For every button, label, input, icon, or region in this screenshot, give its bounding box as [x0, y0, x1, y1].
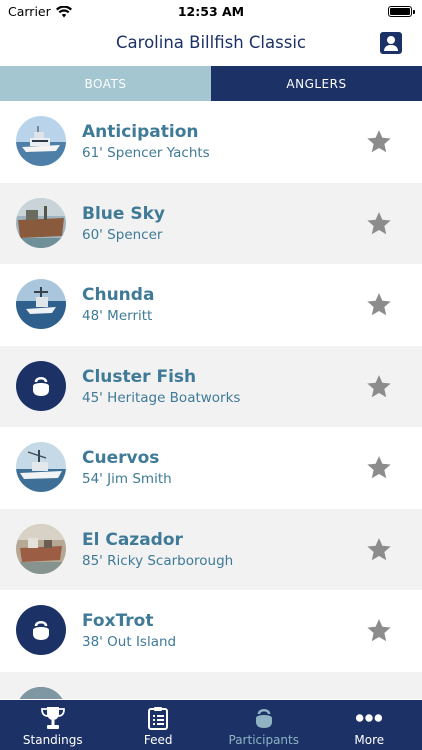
- boat-name: Cluster Fish: [82, 366, 197, 387]
- boat-name: Cuervos: [82, 448, 160, 468]
- boat-description: 45' Heritage Boatworks: [82, 389, 241, 406]
- list-item[interactable]: Cuervos 54' Jim Smith: [0, 427, 422, 509]
- bottom-tab-bar: Standings Feed Participants More: [0, 700, 422, 750]
- list-item[interactable]: [0, 671, 422, 699]
- list-item[interactable]: Cluster Fish 45' Heritage Boatworks: [0, 345, 422, 427]
- tab-standings[interactable]: Standings: [0, 700, 106, 750]
- boat-description: 85' Ricky Scarborough: [82, 552, 234, 569]
- boat-name: Blue Sky: [82, 203, 165, 224]
- tab-feed[interactable]: Feed: [106, 700, 212, 750]
- star-icon[interactable]: [365, 291, 393, 319]
- boat-photo: [16, 197, 66, 248]
- status-bar: Carrier 12:53 AM: [0, 0, 422, 24]
- tab-standings-label: Standings: [22, 733, 83, 747]
- kettlebell-placeholder-icon: [16, 605, 66, 655]
- boat-description: 61' Spencer Yachts: [82, 145, 210, 161]
- profile-icon[interactable]: [380, 32, 402, 54]
- boat-photo: [16, 116, 66, 166]
- list-item[interactable]: Chunda 48' Merritt: [0, 264, 422, 346]
- star-icon[interactable]: [365, 454, 393, 482]
- boat-name: Chunda: [82, 285, 155, 305]
- list-item[interactable]: El Cazador 85' Ricky Scarborough: [0, 508, 422, 590]
- boat-photo: [16, 442, 66, 492]
- boat-description: 60' Spencer: [82, 226, 163, 243]
- list-item[interactable]: FoxTrot 38' Out Island: [0, 590, 422, 672]
- tab-anglers[interactable]: ANGLERS: [211, 66, 422, 101]
- battery-icon: [388, 6, 415, 17]
- boat-name: FoxTrot: [82, 611, 154, 631]
- boat-photo: [16, 686, 66, 699]
- kettlebell-icon: [250, 706, 278, 730]
- clipboard-icon: [144, 706, 172, 730]
- tab-more[interactable]: More: [317, 700, 422, 750]
- status-time: 12:53 AM: [177, 4, 245, 19]
- list-item[interactable]: Anticipation 61' Spencer Yachts: [0, 101, 422, 183]
- boat-description: 48' Merritt: [82, 308, 153, 324]
- star-icon[interactable]: [365, 128, 393, 156]
- boat-name: El Cazador: [82, 529, 183, 550]
- boat-list: Anticipation 61' Spencer Yachts Blue Sky…: [0, 101, 422, 699]
- tab-participants-label: Participants: [228, 733, 300, 747]
- kettlebell-placeholder-icon: [16, 360, 66, 411]
- boat-description: 54' Jim Smith: [82, 471, 172, 487]
- boat-name: Anticipation: [82, 122, 199, 142]
- tab-boats[interactable]: BOATS: [0, 66, 211, 101]
- tab-more-label: More: [354, 733, 385, 747]
- trophy-icon: [39, 706, 67, 730]
- boat-photo: [16, 523, 66, 574]
- page-title: Carolina Billfish Classic: [116, 33, 306, 52]
- more-dots-icon: [355, 706, 383, 730]
- star-icon[interactable]: [365, 617, 393, 645]
- segment-tabs: BOATS ANGLERS: [0, 66, 422, 101]
- list-item[interactable]: Blue Sky 60' Spencer: [0, 182, 422, 264]
- star-icon[interactable]: [365, 373, 393, 401]
- star-icon[interactable]: [365, 210, 393, 238]
- boat-photo: [16, 279, 66, 329]
- navigation-bar: Carolina Billfish Classic: [0, 24, 422, 66]
- tab-participants[interactable]: Participants: [211, 700, 317, 750]
- boat-description: 38' Out Island: [82, 634, 177, 650]
- tab-feed-label: Feed: [143, 733, 173, 747]
- star-icon[interactable]: [365, 536, 393, 564]
